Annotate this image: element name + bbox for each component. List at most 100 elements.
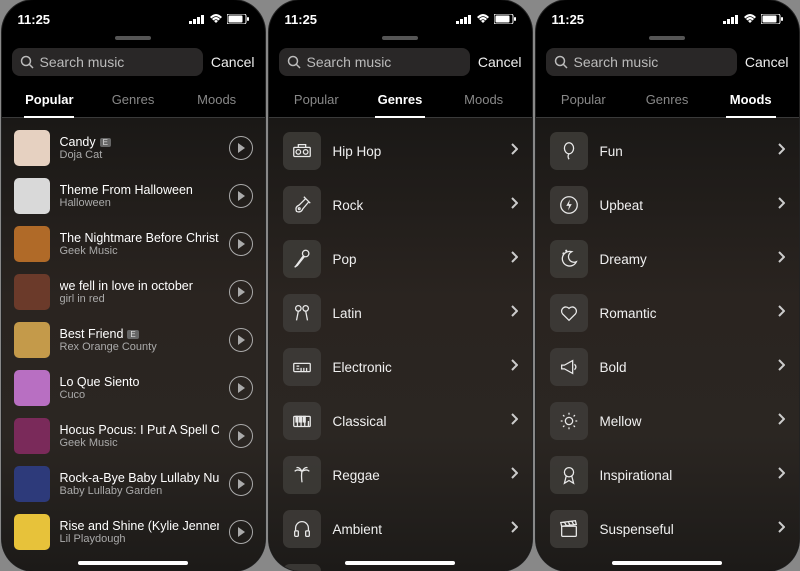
signal-icon xyxy=(723,14,739,24)
track-row[interactable]: The Nightmare Before Christmas...Geek Mu… xyxy=(2,220,265,268)
chevron-right-icon xyxy=(777,520,785,538)
category-row[interactable]: Romantic xyxy=(536,286,799,340)
search-input[interactable]: Search music xyxy=(546,48,737,76)
category-row[interactable]: Ambient xyxy=(269,502,532,556)
track-row[interactable]: Rise and Shine (Kylie Jenner)Lil Playdou… xyxy=(2,508,265,556)
piano-icon xyxy=(283,402,321,440)
category-row[interactable]: Suspenseful xyxy=(536,502,799,556)
sheet-grabber[interactable] xyxy=(649,36,685,40)
popular-list[interactable]: CandyEDoja CatTheme From HalloweenHallow… xyxy=(2,118,265,571)
phone-genres: 11:25 Search music Cancel Popular Genres… xyxy=(269,0,532,571)
wifi-icon xyxy=(476,14,490,24)
category-row[interactable]: Latin xyxy=(269,286,532,340)
track-row[interactable]: Lo Que SientoCuco xyxy=(2,364,265,412)
chevron-right-icon xyxy=(510,196,518,214)
category-row[interactable]: Classical xyxy=(269,394,532,448)
category-row[interactable]: Fun xyxy=(536,124,799,178)
search-icon xyxy=(554,55,568,69)
signal-icon xyxy=(189,14,205,24)
category-row[interactable]: Electronic xyxy=(269,340,532,394)
cancel-button[interactable]: Cancel xyxy=(745,54,789,70)
play-button[interactable] xyxy=(229,232,253,256)
play-button[interactable] xyxy=(229,280,253,304)
search-icon xyxy=(20,55,34,69)
tab-moods[interactable]: Moods xyxy=(442,84,526,117)
track-title: Lo Que Siento xyxy=(60,375,219,389)
album-art xyxy=(14,322,50,358)
status-bar: 11:25 xyxy=(536,0,799,30)
category-label: Latin xyxy=(333,306,498,321)
search-icon xyxy=(287,55,301,69)
search-input[interactable]: Search music xyxy=(279,48,470,76)
album-art xyxy=(14,226,50,262)
category-row[interactable]: Reggae xyxy=(269,448,532,502)
tab-moods[interactable]: Moods xyxy=(175,84,259,117)
status-time: 11:25 xyxy=(552,12,585,27)
track-row[interactable]: Theme From HalloweenHalloween xyxy=(2,172,265,220)
play-button[interactable] xyxy=(229,424,253,448)
play-button[interactable] xyxy=(229,136,253,160)
chevron-right-icon xyxy=(777,196,785,214)
track-row[interactable]: we fell in love in octobergirl in red xyxy=(2,268,265,316)
track-text: Rise and Shine (Kylie Jenner)Lil Playdou… xyxy=(60,519,219,545)
cancel-button[interactable]: Cancel xyxy=(211,54,255,70)
search-placeholder: Search music xyxy=(40,54,125,70)
track-title: Rock-a-Bye Baby Lullaby Nurser... xyxy=(60,471,219,485)
battery-icon xyxy=(761,14,783,24)
tab-popular[interactable]: Popular xyxy=(8,84,92,117)
category-row[interactable]: Rock xyxy=(269,178,532,232)
play-button[interactable] xyxy=(229,472,253,496)
moods-list[interactable]: Fun Upbeat DreamyRomanticBoldMellowInspira… xyxy=(536,118,799,571)
status-icons xyxy=(723,14,783,24)
home-indicator[interactable] xyxy=(345,561,455,565)
chevron-right-icon xyxy=(777,358,785,376)
category-label: Ambient xyxy=(333,522,498,537)
search-placeholder: Search music xyxy=(307,54,392,70)
category-label: Reggae xyxy=(333,468,498,483)
track-artist: Cuco xyxy=(60,389,219,401)
status-bar: 11:25 xyxy=(269,0,532,30)
track-row[interactable]: CandyEDoja Cat xyxy=(2,124,265,172)
play-button[interactable] xyxy=(229,184,253,208)
cancel-button[interactable]: Cancel xyxy=(478,54,522,70)
tab-moods[interactable]: Moods xyxy=(709,84,793,117)
sheet-grabber[interactable] xyxy=(115,36,151,40)
category-label: Upbeat xyxy=(600,198,765,213)
tab-genres[interactable]: Genres xyxy=(91,84,175,117)
genres-list[interactable]: Hip Hop RockPop Latin Electronic Classical Re… xyxy=(269,118,532,571)
chevron-right-icon xyxy=(777,142,785,160)
search-input[interactable]: Search music xyxy=(12,48,203,76)
sheet-grabber[interactable] xyxy=(382,36,418,40)
category-label: Fun xyxy=(600,144,765,159)
category-row[interactable]: Hip Hop xyxy=(269,124,532,178)
category-row[interactable]: Bold xyxy=(536,340,799,394)
track-text: The Nightmare Before Christmas...Geek Mu… xyxy=(60,231,219,257)
camera-icon xyxy=(283,564,321,571)
category-label: Hip Hop xyxy=(333,144,498,159)
track-row[interactable]: Hocus Pocus: I Put A Spell On YouGeek Mu… xyxy=(2,412,265,460)
category-label: Classical xyxy=(333,414,498,429)
battery-icon xyxy=(494,14,516,24)
home-indicator[interactable] xyxy=(612,561,722,565)
play-button[interactable] xyxy=(229,376,253,400)
tab-popular[interactable]: Popular xyxy=(542,84,626,117)
tabs: Popular Genres Moods xyxy=(269,84,532,118)
category-row[interactable]: Upbeat xyxy=(536,178,799,232)
category-row[interactable]: Pop xyxy=(269,232,532,286)
status-icons xyxy=(456,14,516,24)
home-indicator[interactable] xyxy=(78,561,188,565)
tab-popular[interactable]: Popular xyxy=(275,84,359,117)
tab-genres[interactable]: Genres xyxy=(625,84,709,117)
category-row[interactable]: Dreamy xyxy=(536,232,799,286)
album-art xyxy=(14,370,50,406)
category-row[interactable]: Mellow xyxy=(536,394,799,448)
play-button[interactable] xyxy=(229,328,253,352)
phone-popular: 11:25 Search music Cancel Popular Genres… xyxy=(2,0,265,571)
category-row[interactable]: Inspirational xyxy=(536,448,799,502)
tab-genres[interactable]: Genres xyxy=(358,84,442,117)
guitar-icon xyxy=(283,186,321,224)
play-button[interactable] xyxy=(229,520,253,544)
track-artist: Halloween xyxy=(60,197,219,209)
track-row[interactable]: Rock-a-Bye Baby Lullaby Nurser...Baby Lu… xyxy=(2,460,265,508)
track-row[interactable]: Best FriendERex Orange County xyxy=(2,316,265,364)
